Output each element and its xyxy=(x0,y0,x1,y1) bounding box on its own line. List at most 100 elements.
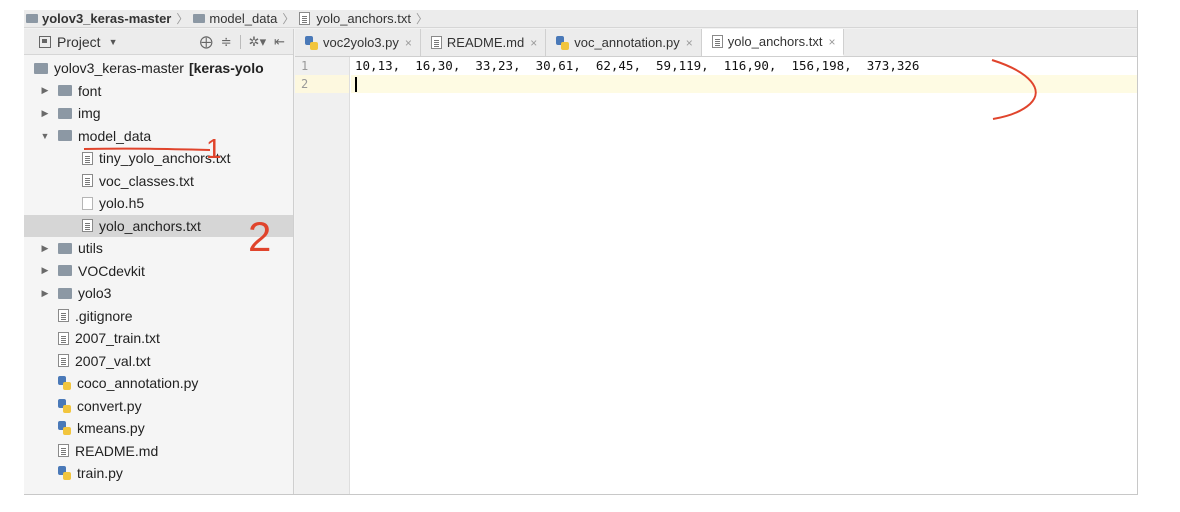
chevron-right-icon[interactable]: ▶ xyxy=(38,108,52,119)
code-line[interactable] xyxy=(351,75,1137,93)
folder-icon xyxy=(58,265,72,277)
tree-item-label: yolo3 xyxy=(78,285,112,302)
tree-item[interactable]: .gitignore xyxy=(24,305,293,328)
tab-label: README.md xyxy=(446,35,525,50)
tree-item-label: utils xyxy=(78,240,103,257)
breadcrumb-item-project[interactable]: yolov3_keras-master xyxy=(26,11,171,26)
chevron-right-icon[interactable]: ▶ xyxy=(38,265,52,276)
project-panel-header: Project ▼ ⨁ ≑ ✲▾ ⇤ xyxy=(24,29,293,55)
toolbar-divider xyxy=(239,34,241,49)
tree-item[interactable]: kmeans.py xyxy=(24,417,293,440)
tree-item[interactable]: README.md xyxy=(24,440,293,463)
tree-item-label: yolo_anchors.txt xyxy=(99,217,201,234)
chevron-down-icon[interactable]: ▼ xyxy=(109,37,118,47)
tree-item-label: train.py xyxy=(77,465,123,482)
tree-item-label: yolov3_keras-master xyxy=(54,60,184,77)
editor-tab[interactable]: voc_annotation.py × xyxy=(546,29,702,56)
tree-item[interactable]: tiny_yolo_anchors.txt xyxy=(24,147,293,170)
code-line-text: 10,13, 16,30, 33,23, 30,61, 62,45, 59,11… xyxy=(355,58,920,73)
folder-icon xyxy=(34,62,48,74)
tab-label: yolo_anchors.txt xyxy=(727,34,823,49)
tree-item-label: convert.py xyxy=(77,397,142,414)
project-tree: yolov3_keras-master [keras-yolo ▶ font ▶ img ▼… xyxy=(24,55,293,485)
python-file-icon xyxy=(58,376,71,391)
python-file-icon xyxy=(58,421,71,436)
tree-item[interactable]: yolo.h5 xyxy=(24,192,293,215)
text-file-icon xyxy=(82,219,93,233)
editor-tab[interactable]: README.md × xyxy=(421,29,547,56)
tree-item-label: font xyxy=(78,82,102,99)
tree-item-label: VOCdevkit xyxy=(78,262,145,279)
tree-item[interactable]: ▶ VOCdevkit xyxy=(24,260,293,283)
tree-item[interactable]: convert.py xyxy=(24,395,293,418)
tree-item[interactable]: ▶ utils xyxy=(24,237,293,260)
tree-item-label: kmeans.py xyxy=(77,420,145,437)
breadcrumb-separator: 〉 xyxy=(416,12,429,26)
file-icon xyxy=(82,196,93,210)
chevron-down-icon[interactable]: ▼ xyxy=(38,131,52,141)
text-file-icon xyxy=(58,331,69,345)
folder-icon xyxy=(58,107,72,119)
close-icon[interactable]: × xyxy=(828,35,835,49)
folder-icon xyxy=(58,287,72,299)
editor-tab[interactable]: yolo_anchors.txt × xyxy=(701,29,845,56)
python-file-icon xyxy=(58,466,71,481)
close-icon[interactable]: × xyxy=(530,36,537,50)
project-view-selector[interactable]: Project xyxy=(57,34,101,50)
tree-item[interactable]: ▶ yolo3 xyxy=(24,282,293,305)
text-file-icon xyxy=(711,35,723,48)
code-area[interactable]: 1 2 10,13, 16,30, 33,23, 30,61, 62,45, 59… xyxy=(295,57,1137,494)
chevron-right-icon[interactable]: ▶ xyxy=(38,243,52,254)
text-file-icon xyxy=(430,36,442,49)
tree-item[interactable]: yolov3_keras-master [keras-yolo xyxy=(24,57,293,80)
tree-item-label: 2007_train.txt xyxy=(75,330,160,347)
tree-item[interactable]: ▼ model_data xyxy=(24,125,293,148)
ide-window: yolov3_keras-master 〉 model_data 〉 yolo_… xyxy=(24,10,1138,495)
tree-item[interactable]: 2007_val.txt xyxy=(24,350,293,373)
tree-item[interactable]: yolo_anchors.txt xyxy=(24,214,293,237)
breadcrumb: yolov3_keras-master 〉 model_data 〉 yolo_… xyxy=(24,10,1137,28)
python-file-icon xyxy=(305,35,318,50)
tree-item[interactable]: ▶ font xyxy=(24,80,293,103)
tree-item[interactable]: 2007_train.txt xyxy=(24,327,293,350)
tree-item[interactable]: voc_classes.txt xyxy=(24,170,293,193)
line-number: 2 xyxy=(295,75,349,93)
project-icon xyxy=(39,35,51,48)
text-file-icon xyxy=(58,354,69,368)
text-file-icon xyxy=(82,151,93,165)
locate-icon[interactable]: ⨁ xyxy=(200,34,213,50)
editor-pane: voc2yolo3.py × README.md × voc_annotation.py… xyxy=(295,29,1137,494)
python-file-icon xyxy=(556,35,570,50)
tree-item-label: yolo.h5 xyxy=(99,195,145,212)
breadcrumb-item-folder[interactable]: model_data xyxy=(193,11,277,26)
tree-item-label: tiny_yolo_anchors.txt xyxy=(99,150,231,167)
text-file-icon xyxy=(58,309,69,323)
editor-tab[interactable]: voc2yolo3.py × xyxy=(295,29,421,56)
folder-icon xyxy=(58,242,72,254)
tree-item[interactable]: train.py xyxy=(24,462,293,485)
tree-item[interactable]: coco_annotation.py xyxy=(24,372,293,395)
code-lines[interactable]: 10,13, 16,30, 33,23, 30,61, 62,45, 59,11… xyxy=(351,57,1137,93)
breadcrumb-separator: 〉 xyxy=(282,12,295,26)
text-file-icon xyxy=(299,12,311,25)
folder-icon xyxy=(58,85,72,97)
editor-tab-bar: voc2yolo3.py × README.md × voc_annotation.py… xyxy=(295,29,1137,57)
line-number: 1 xyxy=(301,59,309,73)
chevron-right-icon[interactable]: ▶ xyxy=(38,288,52,299)
collapse-all-icon[interactable]: ≑ xyxy=(221,34,232,50)
gear-icon[interactable]: ✲▾ xyxy=(249,34,266,50)
tree-item-label: model_data xyxy=(78,127,152,144)
code-line[interactable]: 10,13, 16,30, 33,23, 30,61, 62,45, 59,11… xyxy=(351,57,1137,75)
panel-toolbar: ⨁ ≑ ✲▾ ⇤ xyxy=(200,34,293,50)
project-panel: Project ▼ ⨁ ≑ ✲▾ ⇤ yolov3_keras-master [k… xyxy=(24,29,294,494)
tree-item[interactable]: ▶ img xyxy=(24,102,293,125)
chevron-right-icon[interactable]: ▶ xyxy=(38,85,52,96)
tab-label: voc2yolo3.py xyxy=(323,35,399,50)
breadcrumb-separator: 〉 xyxy=(176,12,189,26)
close-icon[interactable]: × xyxy=(686,36,693,50)
tree-item-label: img xyxy=(78,105,101,122)
hide-panel-icon[interactable]: ⇤ xyxy=(274,34,285,50)
tree-item-label: 2007_val.txt xyxy=(75,352,151,369)
breadcrumb-item-file[interactable]: yolo_anchors.txt xyxy=(299,11,411,26)
close-icon[interactable]: × xyxy=(405,36,412,50)
